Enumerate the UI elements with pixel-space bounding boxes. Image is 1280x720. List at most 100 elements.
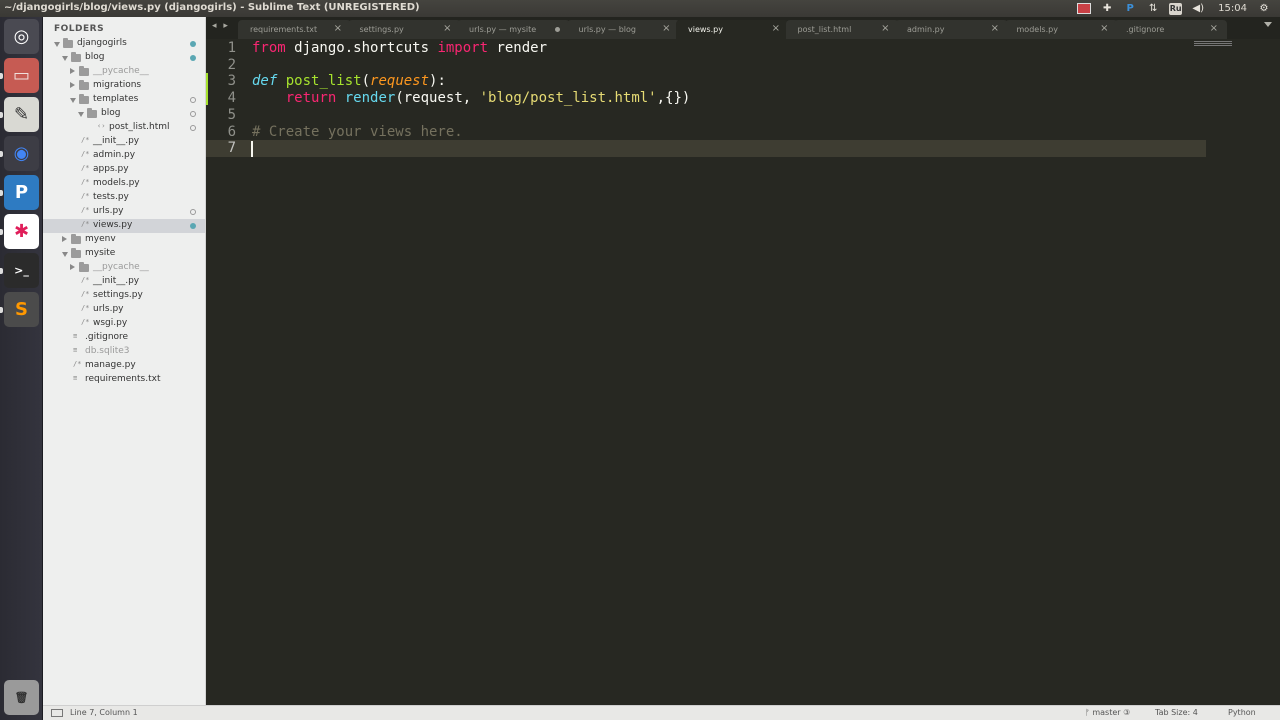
tree-item-label: mysite [85, 248, 116, 258]
tree-item-label: migrations [93, 80, 142, 90]
tab-nav-arrows-icon[interactable]: ◂ ▸ [212, 21, 230, 31]
tab-urls-py-blog[interactable]: urls.py — blog × [566, 20, 680, 39]
disclosure-closed-icon[interactable] [70, 82, 75, 88]
tree-file[interactable]: /* views.py [43, 219, 205, 233]
tree-file[interactable]: /* urls.py [43, 205, 205, 219]
close-icon[interactable]: × [881, 23, 889, 34]
tree-file[interactable]: /* wsgi.py [43, 317, 205, 331]
folder-icon [79, 262, 89, 272]
tree-file[interactable]: /* settings.py [43, 289, 205, 303]
tree-folder[interactable]: __pycache__ [43, 261, 205, 275]
tree-item-label: __pycache__ [93, 262, 149, 272]
close-icon[interactable]: × [1100, 23, 1108, 34]
disclosure-closed-icon[interactable] [70, 264, 75, 270]
tree-file[interactable]: /* __init__.py [43, 275, 205, 289]
line-number: 2 [227, 56, 236, 73]
disclosure-open-icon[interactable] [54, 42, 60, 47]
folder-icon [63, 38, 73, 48]
tree-file[interactable]: ‹› post_list.html [43, 121, 205, 135]
tree-folder[interactable]: blog [43, 51, 205, 65]
disclosure-open-icon[interactable] [70, 98, 76, 103]
launcher-slack[interactable]: ✱ [4, 214, 39, 249]
pycharm-tray-icon[interactable]: P [1123, 2, 1137, 15]
code-line[interactable]: 1 from django.shortcuts import render [206, 40, 1206, 57]
tree-folder[interactable]: migrations [43, 79, 205, 93]
code-line[interactable]: 3 def post_list(request): [206, 73, 1206, 90]
modified-dot-icon[interactable] [555, 27, 560, 32]
close-icon[interactable]: × [1210, 23, 1218, 34]
cursor-position: Line 7, Column 1 [70, 708, 138, 717]
line-number: 5 [227, 106, 236, 123]
tab-post-list-html[interactable]: post_list.html × [785, 20, 899, 39]
tree-file[interactable]: /* urls.py [43, 303, 205, 317]
launcher-slack-icon: ✱ [13, 221, 30, 242]
tab-dropdown-icon[interactable] [1264, 22, 1272, 27]
close-icon[interactable]: × [662, 23, 670, 34]
tree-file[interactable]: /* admin.py [43, 149, 205, 163]
launcher-trash[interactable]: 🗑 [4, 680, 39, 715]
tree-folder[interactable]: templates [43, 93, 205, 107]
tab-admin-py[interactable]: admin.py × [895, 20, 1008, 39]
launcher-files[interactable]: ▭ [4, 58, 39, 93]
volume-icon[interactable]: ◀) [1191, 2, 1205, 15]
close-icon[interactable]: × [443, 23, 451, 34]
code-line[interactable]: 5 [206, 107, 1206, 124]
tab-requirements-txt[interactable]: requirements.txt × [238, 20, 351, 39]
disclosure-open-icon[interactable] [78, 112, 84, 117]
code-line[interactable]: 6 # Create your views here. [206, 124, 1206, 141]
launcher-text-editor[interactable]: ✎ [4, 97, 39, 132]
tree-file[interactable]: /* apps.py [43, 163, 205, 177]
tab--gitignore[interactable]: .gitignore × [1114, 20, 1227, 39]
launcher-terminal-icon: >_ [14, 264, 29, 277]
tree-folder[interactable]: mysite [43, 247, 205, 261]
syntax-selector[interactable]: Python [1228, 708, 1256, 717]
tree-file[interactable]: /* manage.py [43, 359, 205, 373]
launcher-chrome[interactable]: ◉ [4, 136, 39, 171]
tree-file[interactable]: /* __init__.py [43, 135, 205, 149]
tab-size[interactable]: Tab Size: 4 [1155, 708, 1198, 717]
keyboard-layout-indicator[interactable]: Ru [1169, 2, 1183, 15]
close-icon[interactable]: × [334, 23, 342, 34]
tab-urls-py-mysite[interactable]: urls.py — mysite [457, 20, 570, 39]
power-gear-icon[interactable]: ⚙ [1257, 2, 1271, 15]
line-number: 4 [227, 90, 236, 107]
launcher-pycharm[interactable]: P [4, 175, 39, 210]
panel-toggle-icon[interactable] [51, 709, 63, 717]
tree-file[interactable]: ≡ db.sqlite3 [43, 345, 205, 359]
tab-views-py[interactable]: views.py × [676, 20, 789, 39]
close-icon[interactable]: × [991, 23, 999, 34]
folder-icon [79, 80, 89, 90]
tree-item-label: urls.py [93, 304, 124, 314]
tree-folder[interactable]: blog [43, 107, 205, 121]
tab-models-py[interactable]: models.py × [1004, 20, 1118, 39]
launcher-sublime-text[interactable]: S [4, 292, 39, 327]
settings-cross-icon[interactable]: ✚ [1100, 2, 1114, 15]
disclosure-open-icon[interactable] [62, 252, 68, 257]
running-indicator [0, 190, 3, 196]
disclosure-closed-icon[interactable] [70, 68, 75, 74]
tree-folder[interactable]: djangogirls [43, 37, 205, 51]
code-line[interactable]: 7 [206, 140, 1206, 158]
close-icon[interactable]: × [772, 23, 780, 34]
clock[interactable]: 15:04 [1218, 3, 1247, 14]
launcher-text-editor-icon: ✎ [13, 104, 30, 125]
tree-file[interactable]: ≡ requirements.txt [43, 373, 205, 387]
tree-file[interactable]: /* tests.py [43, 191, 205, 205]
tree-file[interactable]: /* models.py [43, 177, 205, 191]
launcher-ubuntu-dash[interactable]: ◎ [4, 19, 39, 54]
code-line[interactable]: 4 return render(request, 'blog/post_list… [206, 90, 1206, 107]
git-branch[interactable]: ᚠ master ③ [1085, 708, 1130, 717]
disclosure-open-icon[interactable] [62, 56, 68, 61]
tree-folder[interactable]: __pycache__ [43, 65, 205, 79]
tree-file[interactable]: ≡ .gitignore [43, 331, 205, 345]
code-line[interactable]: 2 [206, 57, 1206, 74]
launcher-terminal[interactable]: >_ [4, 253, 39, 288]
network-icon[interactable]: ⇅ [1146, 2, 1160, 15]
disclosure-closed-icon[interactable] [62, 236, 67, 242]
minimap[interactable] [1194, 41, 1232, 48]
window-title: ~/djangogirls/blog/views.py (djangogirls… [4, 2, 420, 13]
record-icon[interactable] [1077, 3, 1092, 14]
tab-settings-py[interactable]: settings.py × [347, 20, 461, 39]
tree-folder[interactable]: myenv [43, 233, 205, 247]
code-editor[interactable]: 1 from django.shortcuts import render 2 3 de… [206, 39, 1280, 705]
